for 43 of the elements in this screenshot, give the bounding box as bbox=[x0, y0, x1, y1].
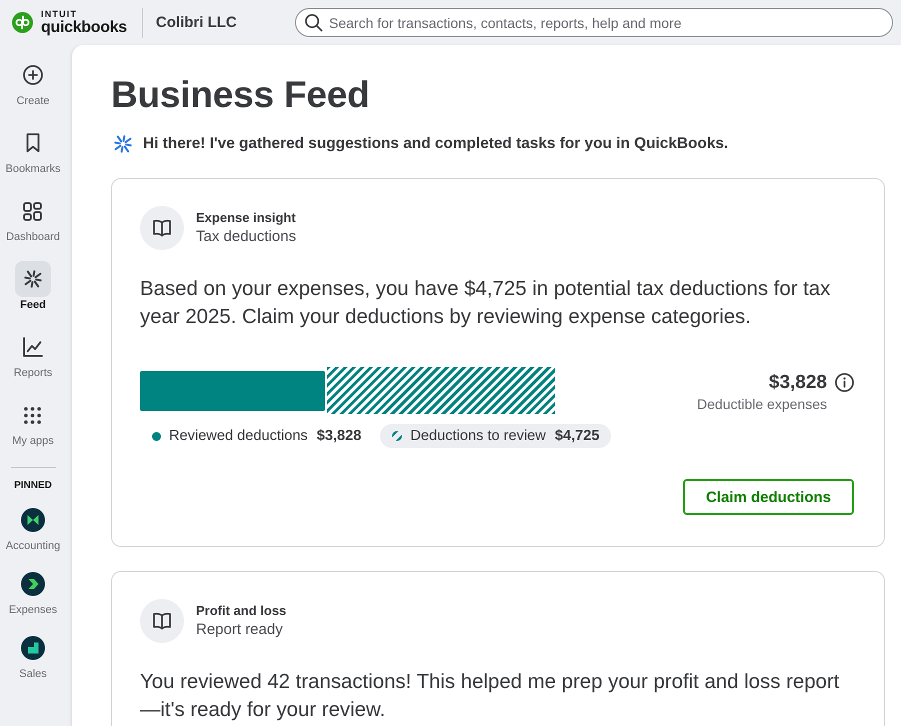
pinned-app[interactable]: Sales bbox=[19, 636, 47, 681]
pinned-app[interactable]: Expenses bbox=[8, 572, 58, 617]
logo-mark-icon[interactable] bbox=[12, 12, 33, 33]
total-label: Deductible expenses bbox=[697, 395, 827, 413]
burst-icon bbox=[113, 134, 133, 154]
logo-overline: INTUIT bbox=[41, 10, 78, 18]
card-subtitle: Tax deductions bbox=[196, 226, 296, 246]
card-text: Based on your expenses, you have $4,725 in potential tax deductions for tax year 2025. Claim your deductions by reviewing expense categories. bbox=[140, 277, 832, 330]
sidebar-item[interactable]: Reports bbox=[14, 329, 52, 380]
info-icon[interactable] bbox=[835, 373, 854, 392]
line-chart-icon bbox=[23, 337, 43, 357]
pinned-app[interactable]: Accounting bbox=[6, 508, 60, 553]
sidebar-item[interactable]: Bookmarks bbox=[5, 125, 61, 176]
book-icon bbox=[140, 599, 184, 643]
logo-wordmark: quickbooks bbox=[41, 18, 127, 36]
tiles-icon bbox=[23, 202, 42, 220]
card-text: You reviewed 42 transactions! This helped me prep your profit and loss report—it's ready for your review. bbox=[140, 670, 840, 723]
section-heading: PINNED bbox=[14, 480, 52, 492]
sidebar-item[interactable]: Dashboard bbox=[6, 193, 60, 244]
search-field[interactable]: Search for transactions, contacts, reports, help and more bbox=[295, 8, 893, 37]
add-icon bbox=[23, 65, 43, 85]
sidebar-item[interactable]: Create bbox=[15, 57, 51, 108]
burst-icon bbox=[23, 269, 43, 289]
steps-badge-icon bbox=[21, 636, 45, 660]
company-name: Colibri LLC bbox=[156, 14, 237, 31]
dots-grid-icon bbox=[24, 406, 42, 424]
bookmark-icon bbox=[26, 133, 40, 153]
page-title: Business Feed bbox=[111, 73, 371, 117]
dot-icon bbox=[152, 432, 161, 440]
card-category: Expense insight bbox=[196, 208, 296, 226]
card-category: Profit and loss bbox=[196, 602, 286, 618]
greeting-text: Hi there! I've gathered suggestions and completed tasks for you in QuickBooks. bbox=[143, 134, 728, 154]
legend-button[interactable]: Reviewed deductions $3,828 bbox=[140, 424, 374, 448]
legend-button[interactable]: Deductions to review $4,725 bbox=[380, 424, 612, 448]
book-icon bbox=[140, 206, 184, 250]
card-subtitle: Report ready bbox=[196, 620, 284, 640]
sidebar-item[interactable]: My apps bbox=[12, 397, 54, 448]
search-icon bbox=[305, 14, 323, 32]
bowtie-badge-icon bbox=[21, 508, 45, 532]
chevron-badge-icon bbox=[21, 572, 45, 596]
total-amount: $3,828 bbox=[768, 371, 827, 395]
claim-button[interactable]: Claim deductions bbox=[682, 479, 854, 515]
hatched-swatch-icon bbox=[392, 431, 402, 441]
